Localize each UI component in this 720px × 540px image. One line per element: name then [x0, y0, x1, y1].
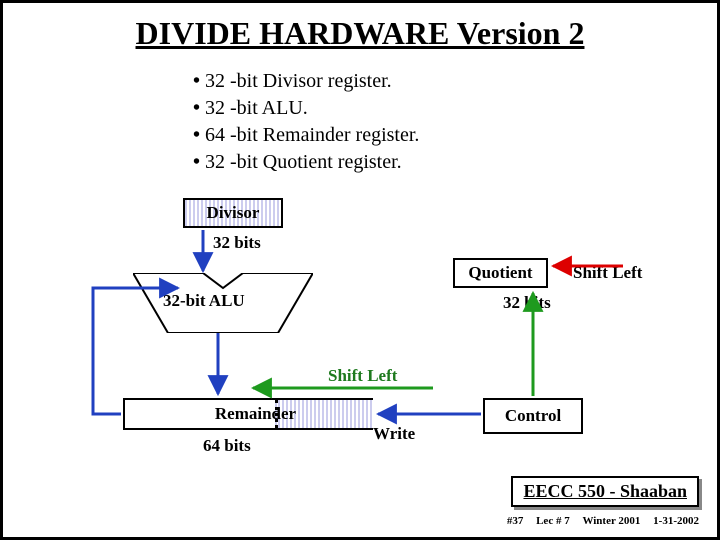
label-64bits: 64 bits: [203, 436, 251, 456]
slide-title: DIVIDE HARDWARE Version 2: [3, 15, 717, 52]
bullet-3: 64 -bit Remainder register.: [193, 124, 717, 147]
label-write: Write: [373, 424, 415, 444]
remainder-label: Remainder: [215, 404, 296, 424]
alu-block: 32-bit ALU: [133, 273, 313, 333]
footer-slide-num: #37: [507, 515, 524, 527]
footer-term: Winter 2001: [582, 515, 640, 527]
footer-date: 1-31-2002: [653, 515, 699, 527]
label-32bits-divisor: 32 bits: [213, 233, 261, 253]
bullet-2: 32 -bit ALU.: [193, 97, 717, 120]
footer-course-box: EECC 550 - Shaaban: [511, 476, 699, 507]
quotient-register: Quotient: [453, 258, 548, 288]
label-shiftleft-remainder: Shift Left: [328, 366, 397, 386]
hardware-diagram: Divisor Quotient 32-bit ALU Remainder Co…: [3, 198, 720, 478]
label-32bits-quotient: 32 bits: [503, 293, 551, 313]
divisor-register: Divisor: [183, 198, 283, 228]
alu-label: 32-bit ALU: [163, 291, 245, 311]
connection-arrows: [3, 198, 720, 478]
control-block: Control: [483, 398, 583, 434]
remainder-register: Remainder: [123, 398, 373, 430]
bullet-1: 32 -bit Divisor register.: [193, 70, 717, 93]
quotient-label: Quotient: [468, 263, 532, 283]
label-shiftleft-quotient: Shift Left: [573, 263, 642, 283]
footer-lecture: Lec # 7: [536, 515, 570, 527]
footer-meta: #37 Lec # 7 Winter 2001 1-31-2002: [497, 515, 699, 527]
slide-frame: DIVIDE HARDWARE Version 2 32 -bit Diviso…: [0, 0, 720, 540]
bullet-4: 32 -bit Quotient register.: [193, 151, 717, 174]
bullet-list: 32 -bit Divisor register. 32 -bit ALU. 6…: [193, 70, 717, 174]
control-label: Control: [505, 406, 561, 426]
divisor-label: Divisor: [207, 203, 260, 223]
